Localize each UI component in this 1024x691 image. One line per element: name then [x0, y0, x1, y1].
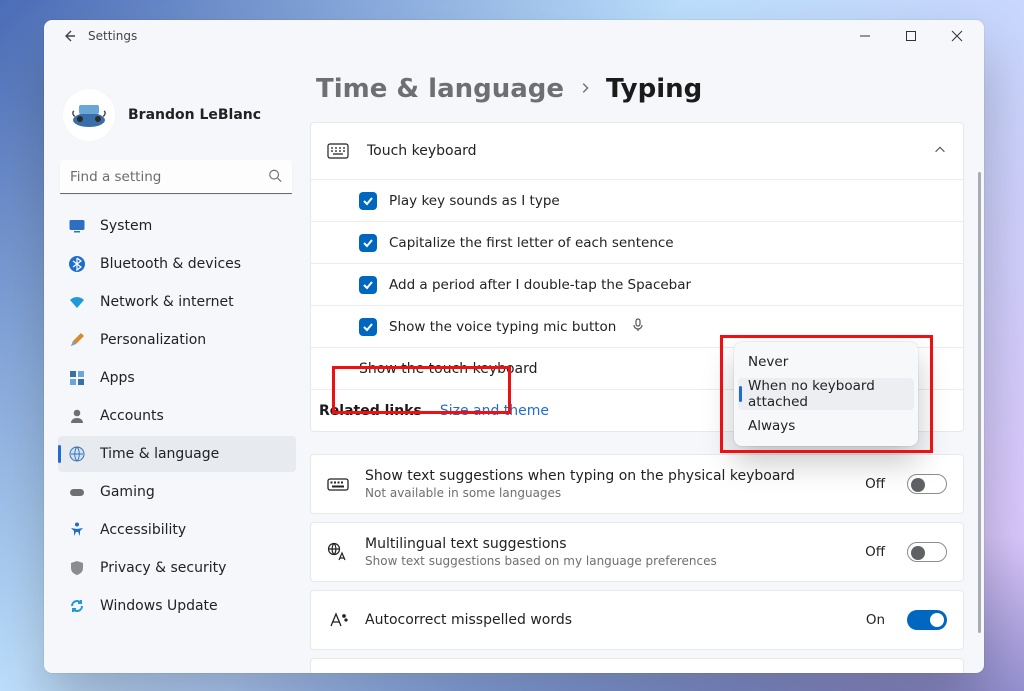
sidebar-item-time-language[interactable]: Time & language	[58, 436, 296, 472]
gamepad-icon	[68, 483, 86, 501]
window-maximize-button[interactable]	[888, 20, 934, 52]
main-content: Time & language Typing Touch keyboard	[306, 52, 984, 673]
sidebar-item-label: Windows Update	[100, 598, 218, 614]
setting-autocorrect[interactable]: Autocorrect misspelled words On	[310, 590, 964, 650]
sidebar-item-label: Time & language	[100, 446, 219, 462]
titlebar: Settings	[44, 20, 984, 52]
touch-keyboard-title: Touch keyboard	[367, 143, 915, 159]
sidebar-item-privacy[interactable]: Privacy & security	[58, 550, 296, 586]
touch-keyboard-header[interactable]: Touch keyboard	[311, 123, 963, 179]
autocorrect-icon	[327, 610, 349, 630]
row-label: Show the touch keyboard	[359, 361, 538, 377]
sidebar-item-label: System	[100, 218, 152, 234]
update-icon	[68, 597, 86, 615]
window-minimize-button[interactable]	[842, 20, 888, 52]
page-title: Typing	[606, 74, 702, 104]
sidebar-item-label: Gaming	[100, 484, 155, 500]
avatar	[62, 88, 116, 142]
checkbox-checked-icon	[359, 234, 377, 252]
back-icon[interactable]	[62, 28, 78, 44]
sidebar-item-accounts[interactable]: Accounts	[58, 398, 296, 434]
sidebar-item-label: Privacy & security	[100, 560, 226, 576]
toggle-switch[interactable]	[907, 542, 947, 562]
dropdown-option-label: Never	[748, 354, 788, 370]
sidebar-item-apps[interactable]: Apps	[58, 360, 296, 396]
sidebar-item-network[interactable]: Network & internet	[58, 284, 296, 320]
wifi-icon	[68, 293, 86, 311]
search-input[interactable]	[60, 160, 292, 194]
toggle-state: Off	[865, 476, 885, 492]
setting-title: Autocorrect misspelled words	[365, 612, 850, 628]
system-icon	[68, 217, 86, 235]
apps-icon	[68, 369, 86, 387]
show-touch-keyboard-dropdown: Never When no keyboard attached Always	[734, 342, 918, 446]
sidebar-item-personalization[interactable]: Personalization	[58, 322, 296, 358]
chevron-up-icon	[933, 142, 947, 161]
checkbox-checked-icon	[359, 192, 377, 210]
chevron-right-icon	[578, 80, 592, 99]
window-close-button[interactable]	[934, 20, 980, 52]
setting-multilingual-suggestions[interactable]: Multilingual text suggestions Show text …	[310, 522, 964, 582]
sidebar-item-label: Apps	[100, 370, 135, 386]
profile-name: Brandon LeBlanc	[128, 107, 261, 123]
bluetooth-icon	[68, 255, 86, 273]
checkbox-play-key-sounds[interactable]: Play key sounds as I type	[311, 179, 963, 221]
sidebar-nav: System Bluetooth & devices Network & int…	[52, 208, 302, 624]
app-title: Settings	[88, 29, 137, 43]
shield-icon	[68, 559, 86, 577]
sidebar-item-label: Network & internet	[100, 294, 234, 310]
checkbox-capitalize-first[interactable]: Capitalize the first letter of each sent…	[311, 221, 963, 263]
checkbox-label: Capitalize the first letter of each sent…	[389, 235, 674, 251]
microphone-icon	[632, 318, 644, 336]
keyboard-icon	[327, 143, 349, 159]
globe-clock-icon	[68, 445, 86, 463]
dropdown-option-never[interactable]: Never	[738, 346, 914, 378]
person-icon	[68, 407, 86, 425]
toggle-switch[interactable]	[907, 610, 947, 630]
checkbox-label: Play key sounds as I type	[389, 193, 560, 209]
sidebar-item-label: Accessibility	[100, 522, 186, 538]
breadcrumb-parent[interactable]: Time & language	[316, 74, 564, 104]
sidebar-item-label: Bluetooth & devices	[100, 256, 241, 272]
profile[interactable]: Brandon LeBlanc	[52, 62, 302, 160]
sidebar-item-accessibility[interactable]: Accessibility	[58, 512, 296, 548]
setting-title: Multilingual text suggestions	[365, 536, 849, 552]
setting-title: Show text suggestions when typing on the…	[365, 468, 849, 484]
accessibility-icon	[68, 521, 86, 539]
sidebar: Brandon LeBlanc System Bluetooth & devic…	[44, 52, 306, 673]
checkbox-checked-icon	[359, 276, 377, 294]
setting-highlight-misspelled[interactable]: Highlight misspelled words On	[310, 658, 964, 673]
sidebar-item-windows-update[interactable]: Windows Update	[58, 588, 296, 624]
setting-subtitle: Show text suggestions based on my langua…	[365, 554, 849, 568]
checkbox-voice-typing-mic[interactable]: Show the voice typing mic button	[311, 305, 963, 347]
breadcrumb: Time & language Typing	[310, 74, 964, 104]
related-links-label: Related links	[319, 403, 422, 419]
settings-window: Settings	[44, 20, 984, 673]
size-and-theme-link[interactable]: Size and theme	[440, 403, 549, 419]
checkbox-checked-icon	[359, 318, 377, 336]
setting-subtitle: Not available in some languages	[365, 486, 849, 500]
checkbox-add-period[interactable]: Add a period after I double-tap the Spac…	[311, 263, 963, 305]
toggle-switch[interactable]	[907, 474, 947, 494]
checkbox-label: Add a period after I double-tap the Spac…	[389, 277, 691, 293]
scrollbar[interactable]	[978, 172, 981, 633]
toggle-state: On	[866, 612, 885, 628]
language-icon	[327, 542, 349, 562]
setting-text-suggestions[interactable]: Show text suggestions when typing on the…	[310, 454, 964, 514]
sidebar-item-label: Accounts	[100, 408, 164, 424]
dropdown-option-label: When no keyboard attached	[748, 378, 904, 410]
sidebar-item-bluetooth[interactable]: Bluetooth & devices	[58, 246, 296, 282]
dropdown-option-when-no-keyboard[interactable]: When no keyboard attached	[738, 378, 914, 410]
toggle-state: Off	[865, 544, 885, 560]
sidebar-item-system[interactable]: System	[58, 208, 296, 244]
sidebar-item-gaming[interactable]: Gaming	[58, 474, 296, 510]
dropdown-option-label: Always	[748, 418, 795, 434]
checkbox-label: Show the voice typing mic button	[389, 319, 616, 335]
dropdown-option-always[interactable]: Always	[738, 410, 914, 442]
sidebar-item-label: Personalization	[100, 332, 206, 348]
paintbrush-icon	[68, 331, 86, 349]
physical-keyboard-icon	[327, 476, 349, 492]
